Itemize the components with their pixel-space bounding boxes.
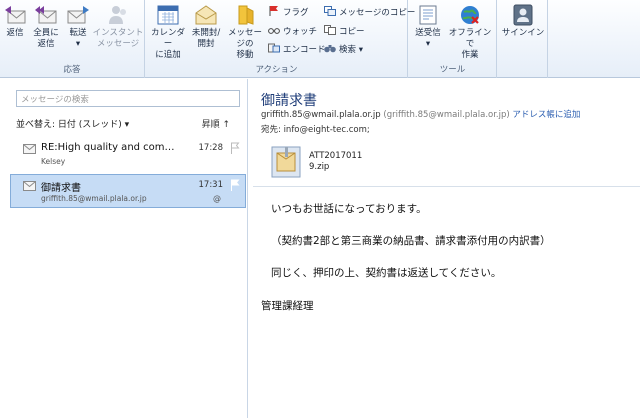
instant-message-label-2: メッセージ <box>96 39 140 49</box>
encode-button[interactable]: エンコード <box>268 43 326 56</box>
copy-message-button[interactable]: メッセージのコピー <box>324 6 415 19</box>
flag-button[interactable]: フラグ <box>268 6 309 19</box>
binoculars-icon <box>324 45 336 53</box>
envelope-icon <box>23 144 36 154</box>
reply-all-button[interactable]: 全員に 返信 <box>32 4 60 50</box>
message-time: 17:31 <box>198 180 224 190</box>
body-line-2: （契約書2部と第三商業の納品書、請求書添付用の内訳書） <box>271 235 551 247</box>
move-message-label-2: 移動 <box>236 50 254 60</box>
attachment-name-line-2: 9.zip <box>309 162 330 172</box>
reply-group-label: 応答 <box>63 65 81 75</box>
tools-group-label: ツール <box>439 65 466 75</box>
sign-in-button[interactable]: サインイン <box>500 4 546 39</box>
copy-message-icon <box>324 6 336 16</box>
copy-label: コピー <box>339 27 365 37</box>
work-offline-button[interactable]: オフラインで 作業 <box>445 4 495 61</box>
unread-read-label-1: 未開封/ <box>191 28 221 38</box>
body-line-3: 同じく、押印の上、契約書は返送してください。 <box>271 267 502 279</box>
globe-offline-icon <box>461 6 479 24</box>
person-icon <box>109 6 126 24</box>
unread-read-label-2: 開封 <box>197 39 215 49</box>
reading-from: griffith.85@wmail.plala.or.jp (griffith.… <box>261 108 580 120</box>
message-subject: 御請求書 <box>41 183 81 194</box>
add-to-calendar-button[interactable]: カレンダー に追加 <box>148 4 188 61</box>
reply-icon <box>5 6 26 24</box>
reply-all-label-2: 返信 <box>37 39 55 49</box>
sort-direction-button[interactable]: 昇順 ↑ <box>202 117 230 130</box>
send-receive-icon <box>419 5 437 25</box>
forward-label: 転送 <box>69 28 87 38</box>
reply-button[interactable]: 返信 <box>2 4 28 39</box>
message-time: 17:28 <box>198 143 224 153</box>
message-subject: RE:High quality and com… <box>41 142 175 153</box>
encode-label: エンコード <box>283 45 326 55</box>
open-envelope-icon <box>195 5 217 25</box>
forward-dropdown-icon: ▾ <box>75 39 81 49</box>
attachment-name: ATT2017011 9.zip <box>309 151 362 173</box>
reply-group: 返信 全員に 返信 転送 ▾ インスタント メッセージ 応答 <box>0 0 145 78</box>
watch-button[interactable]: ウォッチ <box>268 25 317 38</box>
folder-icon <box>238 5 254 25</box>
search-label: 検索 ▾ <box>339 45 363 55</box>
send-receive-button[interactable]: 送受信 ▾ <box>411 4 445 50</box>
reading-subject: 御請求書 <box>261 93 317 109</box>
sender-email[interactable]: griffith.85@wmail.plala.or.jp <box>261 110 381 120</box>
message-item-2[interactable]: 御請求書 griffith.85@wmail.plala.or.jp 17:31… <box>10 174 246 208</box>
forward-icon <box>67 6 89 24</box>
reading-pane: 御請求書 griffith.85@wmail.plala.or.jp (grif… <box>249 79 640 418</box>
instant-message-label-1: インスタント <box>92 28 144 38</box>
attachment-icon: @ <box>213 194 221 203</box>
sort-bar: 並べ替え: 日付 (スレッド) ▾ 昇順 ↑ <box>16 117 240 131</box>
calendar-icon <box>157 5 179 25</box>
send-receive-label: 送受信 <box>415 28 441 38</box>
send-receive-dropdown-icon: ▾ <box>425 39 431 49</box>
flag-label: フラグ <box>283 8 309 18</box>
work-offline-label-2: 作業 <box>461 50 479 60</box>
forward-button[interactable]: 転送 ▾ <box>64 4 92 50</box>
reading-to: 宛先: info@eight-tec.com; <box>261 125 370 135</box>
sender-email-paren: (griffith.85@wmail.plala.or.jp) <box>383 110 510 120</box>
sort-dropdown[interactable]: 並べ替え: 日付 (スレッド) ▾ <box>16 120 129 130</box>
instant-message-button[interactable]: インスタント メッセージ <box>92 4 144 50</box>
reply-label: 返信 <box>6 28 24 38</box>
add-contact-link[interactable]: アドレス帳に追加 <box>512 110 580 120</box>
unread-read-button[interactable]: 未開封/ 開封 <box>188 4 224 50</box>
envelope-icon <box>23 181 36 191</box>
body-signature: 管理課経理 <box>261 300 314 312</box>
tools-group: 送受信 ▾ オフラインで 作業 ツール <box>409 0 497 78</box>
search-input[interactable]: メッセージの検索 <box>16 90 240 107</box>
flag-icon <box>269 6 278 16</box>
message-list-pane: メッセージの検索 並べ替え: 日付 (スレッド) ▾ 昇順 ↑ RE:High … <box>0 79 248 418</box>
attachment-name-line-1: ATT2017011 <box>309 151 363 161</box>
work-offline-label-1: オフラインで <box>448 28 492 49</box>
zip-file-icon <box>271 146 301 178</box>
copy-message-label: メッセージのコピー <box>339 8 416 18</box>
sign-in-icon <box>513 4 533 26</box>
actions-group-label: アクション <box>255 65 298 75</box>
actions-group: カレンダー に追加 未開封/ 開封 メッセージの 移動 フラグ ウォッチ エンコ… <box>146 0 415 78</box>
move-message-button[interactable]: メッセージの 移動 <box>224 4 266 61</box>
encode-icon <box>268 43 280 53</box>
copy-button[interactable]: コピー <box>324 25 365 38</box>
message-sender: Kelsey <box>41 157 66 166</box>
body-line-1: いつもお世話になっております。 <box>271 203 427 215</box>
reply-all-icon <box>35 6 57 24</box>
reply-all-label-1: 全員に <box>33 28 59 38</box>
attachment[interactable]: ATT2017011 9.zip <box>271 145 411 181</box>
sign-in-label: サインイン <box>501 28 545 38</box>
copy-icon <box>324 25 336 35</box>
glasses-icon <box>268 28 280 34</box>
search-button[interactable]: 検索 ▾ <box>324 43 363 56</box>
sign-in-group: サインイン <box>498 0 548 78</box>
ribbon: 返信 全員に 返信 転送 ▾ インスタント メッセージ 応答 カレンダー に追加… <box>0 0 640 78</box>
flag-toggle-icon[interactable] <box>230 179 240 191</box>
header-divider <box>253 186 640 187</box>
watch-label: ウォッチ <box>283 27 318 37</box>
message-sender: griffith.85@wmail.plala.or.jp <box>41 194 147 203</box>
add-to-calendar-label-2: に追加 <box>155 50 181 60</box>
flag-toggle-icon[interactable] <box>230 142 240 154</box>
message-item-1[interactable]: RE:High quality and com… Kelsey 17:28 <box>10 137 246 171</box>
add-to-calendar-label-1: カレンダー <box>150 28 185 49</box>
move-message-label-1: メッセージの <box>227 28 262 49</box>
